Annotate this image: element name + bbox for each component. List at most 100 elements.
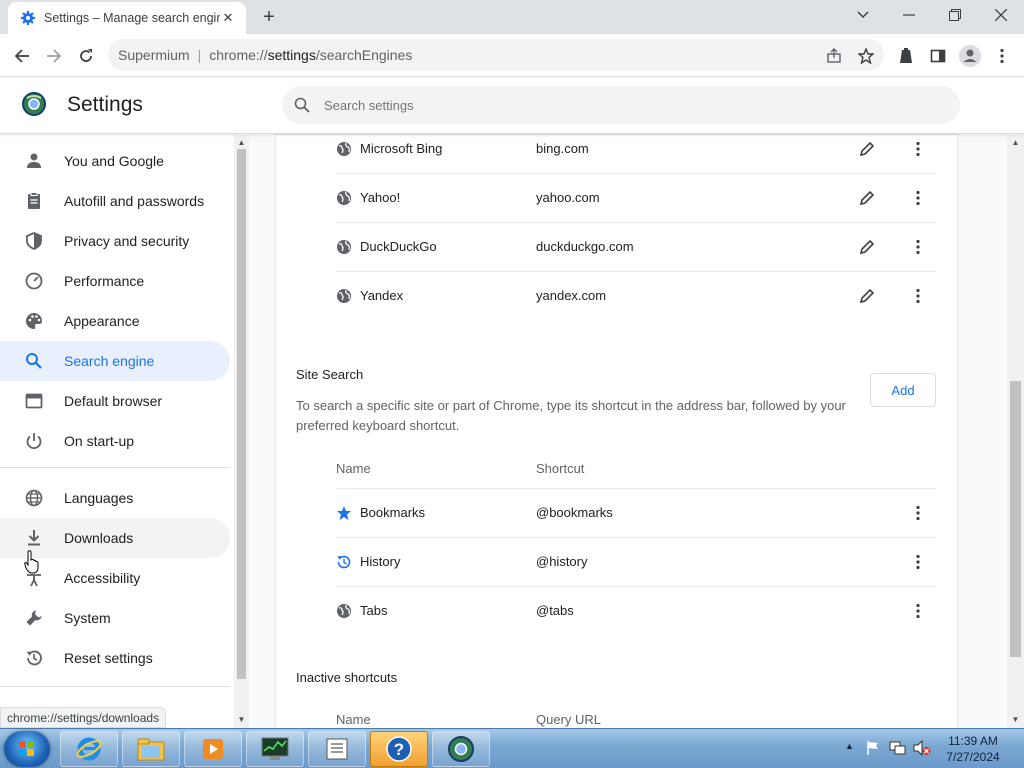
media-player-icon [203, 739, 223, 759]
url-prefix: chrome:// [209, 47, 268, 63]
more-actions-icon[interactable] [907, 285, 929, 307]
sidebar-item-label: Appearance [64, 313, 140, 329]
close-tab-icon[interactable]: ✕ [220, 10, 236, 26]
taskbar-internet-explorer[interactable] [60, 731, 118, 767]
tab-search-icon[interactable] [840, 0, 886, 30]
restore-button[interactable] [932, 0, 978, 30]
history-icon [337, 555, 351, 569]
wrench-icon [24, 608, 44, 628]
engine-shortcut: duckduckgo.com [536, 239, 634, 254]
hand-cursor-icon [24, 550, 39, 574]
site-search-row: Bookmarks @bookmarks [336, 489, 936, 538]
start-button[interactable] [4, 731, 50, 767]
forward-button[interactable] [40, 42, 68, 70]
add-site-search-button[interactable]: Add [870, 373, 936, 407]
edit-pencil-icon[interactable] [856, 187, 878, 209]
more-actions-icon[interactable] [907, 502, 929, 524]
reload-icon [80, 49, 92, 62]
show-hidden-icons-icon[interactable]: ▲ [845, 741, 854, 751]
taskbar-task-manager[interactable] [246, 731, 304, 767]
menu-icon[interactable] [988, 42, 1016, 70]
site-search-shortcut: @bookmarks [536, 505, 613, 520]
task-manager-icon [261, 737, 289, 760]
settings-title: Settings [67, 93, 143, 116]
side-panel-icon[interactable] [924, 42, 952, 70]
globe-icon [337, 604, 351, 618]
taskbar-notepad[interactable] [308, 731, 366, 767]
address-bar[interactable]: Supermium | chrome://settings/searchEngi… [108, 39, 884, 71]
more-actions-icon[interactable] [907, 187, 929, 209]
person-icon [24, 151, 44, 171]
sidebar-item-performance[interactable]: Performance [0, 261, 230, 301]
shield-icon [24, 231, 44, 251]
more-actions-icon[interactable] [907, 600, 929, 622]
url-text: chrome://settings/searchEngines [209, 47, 412, 63]
sidebar-item-autofill[interactable]: Autofill and passwords [0, 181, 230, 221]
sidebar-item-on-startup[interactable]: On start-up [0, 421, 230, 461]
sidebar-item-label: On start-up [64, 433, 135, 449]
sidebar-item-system[interactable]: System [0, 598, 230, 638]
sidebar-item-appearance[interactable]: Appearance [0, 301, 230, 341]
title-bar: Settings – Manage search engines ✕ + [0, 0, 1024, 34]
tab-title: Settings – Manage search engines [44, 11, 220, 25]
main-scrollbar[interactable]: ▲ ▼ [1007, 135, 1024, 728]
close-window-button[interactable] [978, 0, 1024, 30]
scroll-down-arrow-icon[interactable]: ▼ [1007, 713, 1024, 725]
edit-pencil-icon[interactable] [856, 236, 878, 258]
url-path: /searchEngines [315, 47, 413, 63]
back-button[interactable] [8, 42, 36, 70]
column-header-shortcut: Shortcut [536, 461, 585, 476]
power-icon [24, 431, 44, 451]
inactive-shortcuts-title: Inactive shortcuts [296, 670, 398, 685]
gear-icon [21, 11, 35, 25]
sidebar-item-privacy[interactable]: Privacy and security [0, 221, 230, 261]
clock-time: 11:39 AM [948, 734, 998, 748]
search-settings-input[interactable] [324, 97, 924, 113]
edit-pencil-icon[interactable] [856, 138, 878, 160]
sidebar-scrollbar[interactable]: ▲ ▼ [234, 135, 249, 728]
scroll-up-arrow-icon[interactable]: ▲ [234, 136, 249, 148]
reload-button[interactable] [72, 42, 100, 70]
tab-settings[interactable]: Settings – Manage search engines ✕ [8, 2, 246, 34]
profile-avatar-icon[interactable] [956, 42, 984, 70]
share-icon[interactable] [820, 42, 848, 70]
scroll-down-arrow-icon[interactable]: ▼ [234, 713, 249, 725]
sidebar-item-you-and-google[interactable]: You and Google [0, 141, 230, 181]
taskbar-browser[interactable] [432, 731, 490, 767]
sidebar-item-label: Performance [64, 273, 145, 289]
volume-muted-icon[interactable] [913, 740, 931, 756]
taskbar-help[interactable]: ? [370, 731, 428, 767]
sidebar-item-reset-settings[interactable]: Reset settings [0, 638, 230, 678]
url-host: settings [267, 47, 316, 63]
sidebar-item-label: System [64, 610, 111, 626]
column-header-name: Name [336, 712, 371, 727]
search-engine-row: Yahoo! yahoo.com [336, 174, 936, 223]
site-search-name: Tabs [360, 603, 388, 618]
sidebar-item-languages[interactable]: Languages [0, 478, 230, 518]
globe-icon [337, 240, 351, 254]
new-tab-button[interactable]: + [258, 6, 280, 28]
site-search-name: Bookmarks [360, 505, 426, 520]
extensions-icon[interactable] [892, 42, 920, 70]
scroll-up-arrow-icon[interactable]: ▲ [1007, 136, 1024, 148]
taskbar-file-explorer[interactable] [122, 731, 180, 767]
more-actions-icon[interactable] [907, 138, 929, 160]
sidebar-divider [0, 686, 230, 687]
taskbar-clock[interactable]: 11:39 AM 7/27/2024 [930, 733, 1016, 765]
engine-shortcut: yahoo.com [536, 190, 600, 205]
minimize-button[interactable] [886, 0, 932, 30]
bookmark-star-icon[interactable] [852, 42, 880, 70]
taskbar-media-player[interactable] [184, 731, 242, 767]
settings-search-box[interactable] [282, 86, 960, 124]
list-document-icon [326, 738, 348, 760]
main-scroll-thumb[interactable] [1010, 381, 1021, 657]
search-engine-row: DuckDuckGo duckduckgo.com [336, 223, 936, 272]
network-icon[interactable] [889, 740, 907, 756]
edit-pencil-icon[interactable] [856, 285, 878, 307]
action-center-flag-icon[interactable] [865, 740, 881, 756]
sidebar-scroll-thumb[interactable] [237, 149, 246, 679]
more-actions-icon[interactable] [907, 236, 929, 258]
more-actions-icon[interactable] [907, 551, 929, 573]
sidebar-item-default-browser[interactable]: Default browser [0, 381, 230, 421]
sidebar-item-search-engine[interactable]: Search engine [0, 341, 230, 381]
